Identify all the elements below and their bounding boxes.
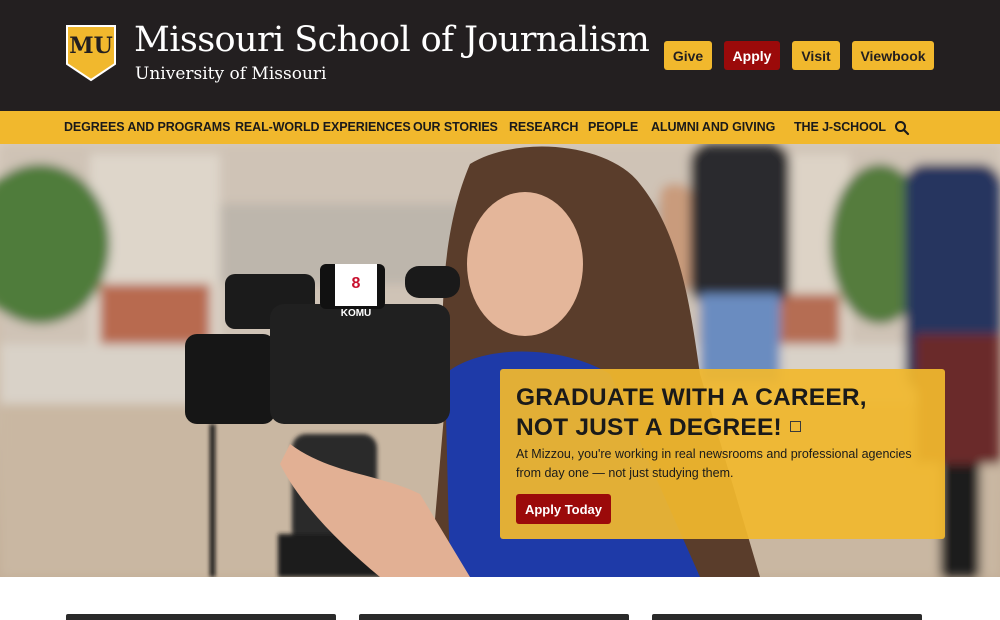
nav-item-degrees-and-programs[interactable]: DEGREES AND PROGRAMS xyxy=(64,111,230,144)
camera-mic-text: KOMU xyxy=(341,308,372,319)
cta-title: GRADUATE WITH A CAREER, NOT JUST A DEGRE… xyxy=(516,383,926,443)
nav-item-research[interactable]: RESEARCH xyxy=(509,111,578,144)
visit-button[interactable]: Visit xyxy=(792,41,840,70)
content-card[interactable] xyxy=(66,614,336,620)
mu-logo-icon[interactable]: MU xyxy=(65,24,117,82)
site-title[interactable]: Missouri School of Journalism xyxy=(134,20,650,60)
nav-item-real-world-experiences[interactable]: REAL-WORLD EXPERIENCES xyxy=(235,111,411,144)
nav-item-our-stories[interactable]: OUR STORIES xyxy=(413,111,498,144)
nav-item-the-j-school[interactable]: THE J-SCHOOL xyxy=(794,111,886,144)
site-subtitle[interactable]: University of Missouri xyxy=(135,64,326,84)
give-button[interactable]: Give xyxy=(664,41,712,70)
pause-icon[interactable] xyxy=(789,421,801,433)
apply-today-button[interactable]: Apply Today xyxy=(516,494,611,524)
cta-title-text: GRADUATE WITH A CAREER, NOT JUST A DEGRE… xyxy=(516,384,867,441)
nav-item-alumni-and-giving[interactable]: ALUMNI AND GIVING xyxy=(651,111,775,144)
content-card[interactable] xyxy=(359,614,629,620)
logo-text: MU xyxy=(69,33,113,59)
cta-panel: GRADUATE WITH A CAREER, NOT JUST A DEGRE… xyxy=(500,369,945,539)
cta-body: At Mizzou, you're working in real newsro… xyxy=(516,447,912,480)
viewbook-button[interactable]: Viewbook xyxy=(852,41,934,70)
apply-button[interactable]: Apply xyxy=(724,41,780,70)
nav-item-people[interactable]: PEOPLE xyxy=(588,111,638,144)
camera-channel-text: 8 xyxy=(352,275,361,292)
site-header: MU Missouri School of Journalism Univers… xyxy=(0,0,1000,111)
search-icon[interactable] xyxy=(894,120,910,136)
hero-banner: 8 KOMU GRADUATE WITH A CAREER, NOT JUST … xyxy=(0,144,1000,577)
content-card[interactable] xyxy=(652,614,922,620)
main-nav: DEGREES AND PROGRAMS REAL-WORLD EXPERIEN… xyxy=(0,111,1000,144)
